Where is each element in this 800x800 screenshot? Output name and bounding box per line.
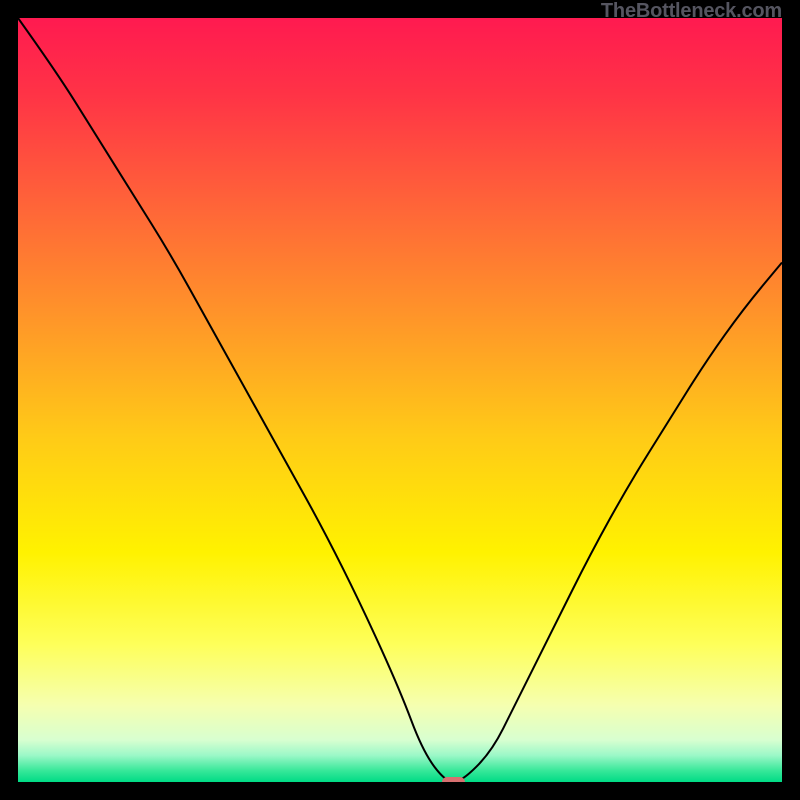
optimum-marker	[442, 777, 465, 782]
attribution-label: TheBottleneck.com	[601, 0, 782, 23]
plot-area	[18, 18, 782, 782]
chart-frame: TheBottleneck.com	[0, 0, 800, 800]
bottleneck-curve	[18, 18, 782, 782]
